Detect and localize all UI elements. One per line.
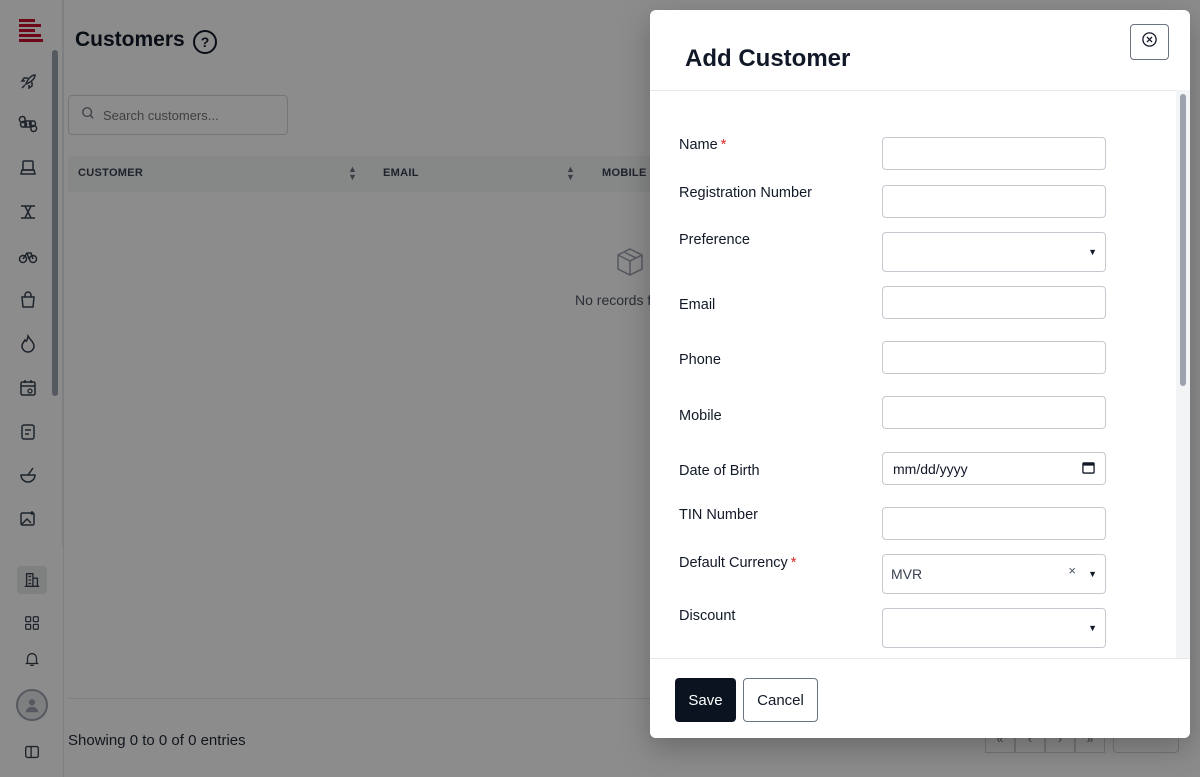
email-label: Email: [679, 297, 716, 313]
modal-body: Name * Registration Number Preference ▼ E…: [650, 90, 1190, 658]
name-label: Name *: [679, 137, 726, 153]
registration-number-field[interactable]: [882, 185, 1106, 218]
tin-number-label: TIN Number: [679, 507, 758, 523]
modal-title: Add Customer: [685, 45, 851, 72]
phone-field[interactable]: [882, 341, 1106, 374]
close-button[interactable]: [1130, 24, 1169, 60]
clear-icon[interactable]: ×: [1068, 563, 1076, 578]
default-currency-label: Default Currency *: [679, 555, 796, 571]
email-field[interactable]: [882, 286, 1106, 319]
name-label-text: Name: [679, 137, 718, 153]
mobile-field[interactable]: [882, 396, 1106, 429]
date-of-birth-label: Date of Birth: [679, 463, 760, 479]
name-field[interactable]: [882, 137, 1106, 170]
phone-label: Phone: [679, 352, 721, 368]
discount-select[interactable]: ▼: [882, 608, 1106, 648]
tin-number-field[interactable]: [882, 507, 1106, 540]
preference-select[interactable]: ▼: [882, 232, 1106, 272]
registration-number-label: Registration Number: [679, 185, 812, 201]
currency-value: MVR: [891, 566, 923, 582]
mobile-label: Mobile: [679, 408, 722, 424]
required-marker: *: [720, 137, 727, 153]
close-icon: [1141, 31, 1158, 53]
date-of-birth-field[interactable]: mm/dd/yyyy: [882, 452, 1106, 485]
chevron-down-icon: ▼: [1088, 569, 1097, 579]
default-currency-select[interactable]: MVR × ▼: [882, 554, 1106, 594]
preference-label: Preference: [679, 232, 750, 248]
modal-footer: Save Cancel: [650, 658, 1190, 738]
chevron-down-icon: ▼: [1088, 247, 1097, 257]
chevron-down-icon: ▼: [1088, 623, 1097, 633]
discount-label: Discount: [679, 608, 736, 624]
date-placeholder: mm/dd/yyyy: [893, 460, 968, 477]
cancel-button[interactable]: Cancel: [743, 678, 818, 722]
modal-scrollbar-thumb[interactable]: [1180, 94, 1186, 386]
save-button[interactable]: Save: [675, 678, 736, 722]
default-currency-label-text: Default Currency: [679, 555, 788, 571]
calendar-icon[interactable]: [1082, 461, 1095, 477]
add-customer-modal: Add Customer Name * Registration Number P…: [650, 10, 1190, 738]
required-marker: *: [790, 555, 797, 571]
